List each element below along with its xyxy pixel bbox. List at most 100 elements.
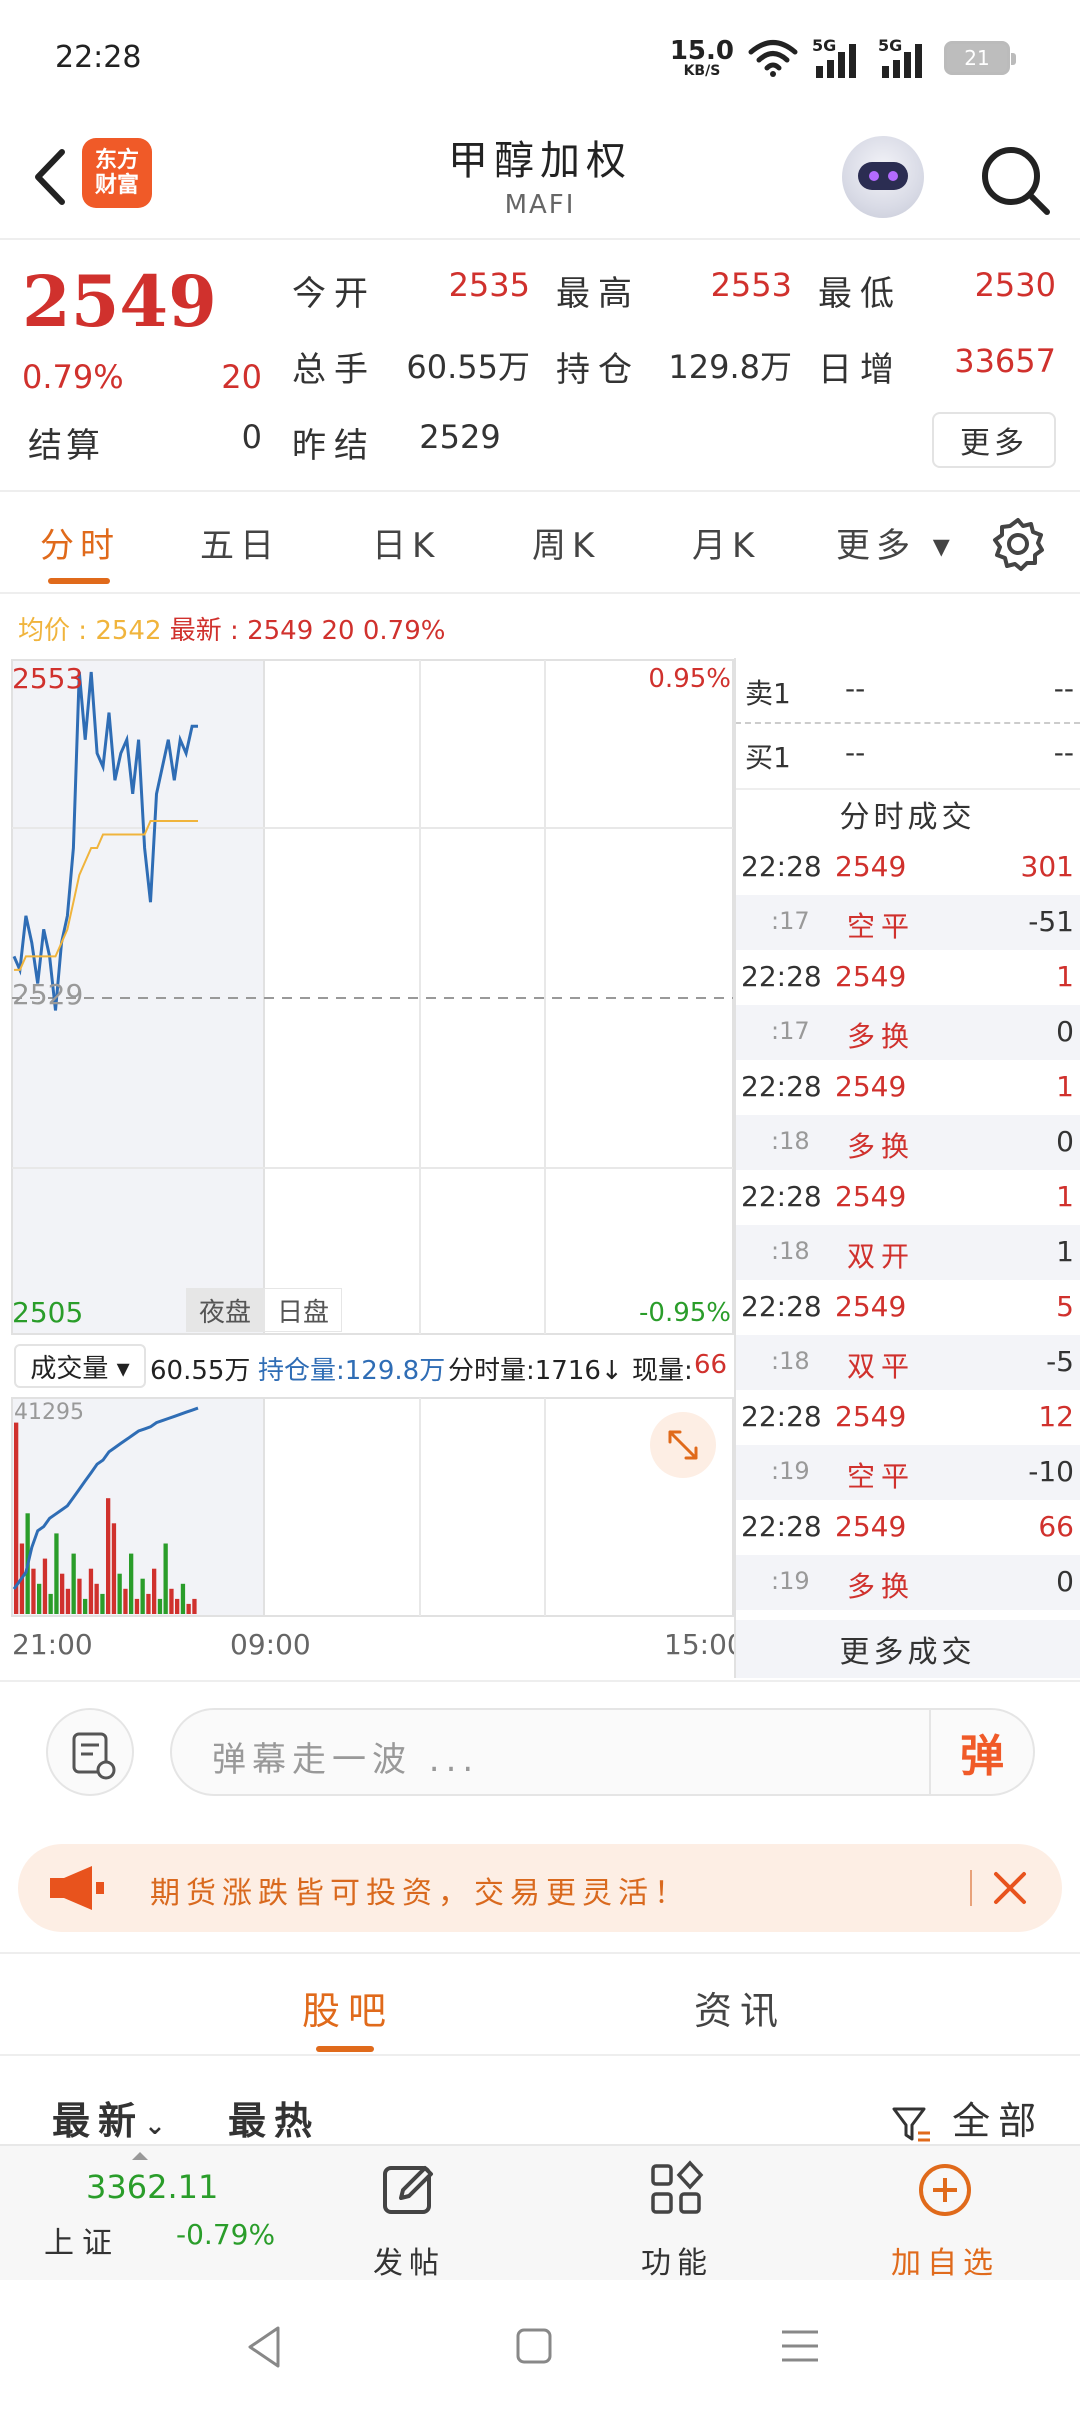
nav-home-icon[interactable] bbox=[514, 2326, 554, 2366]
close-icon[interactable] bbox=[990, 1868, 1030, 1908]
low-value: 2530 bbox=[974, 266, 1056, 304]
trade-row: 22:28 2549 1 bbox=[735, 1170, 1080, 1225]
trade-time: 22:28 bbox=[741, 1510, 822, 1543]
index-value: 3362.11 bbox=[86, 2168, 219, 2206]
add-watchlist-button[interactable]: 加自选 bbox=[870, 2154, 1020, 2282]
trade-detail-row: :18 双开 1 bbox=[735, 1225, 1080, 1280]
index-quote[interactable]: 3362.11 上证 -0.79% bbox=[0, 2146, 280, 2282]
quote-panel: 2549 0.79% 20 结算 0 今开 2535 最高 2553 最低 25… bbox=[0, 242, 1080, 492]
tab-weekly-k[interactable]: 周K bbox=[532, 518, 600, 567]
trade-detail-row: :17 空平 -51 bbox=[735, 895, 1080, 950]
night-session-tag[interactable]: 夜盘 bbox=[186, 1288, 264, 1332]
expand-icon[interactable] bbox=[650, 1412, 716, 1478]
community-tabs: 股吧 资讯 bbox=[0, 1952, 1080, 2056]
trade-price: 2549 bbox=[835, 1180, 907, 1213]
trade-price: 2549 bbox=[835, 850, 907, 883]
trade-time: 22:28 bbox=[741, 1180, 822, 1213]
volume-chart[interactable]: 41295 21:00 09:00 15:00 bbox=[0, 1396, 745, 1678]
nav-menu-icon[interactable] bbox=[780, 2328, 820, 2364]
filter-icon bbox=[892, 2107, 930, 2141]
comment-list-icon[interactable] bbox=[46, 1708, 134, 1796]
signal-1-label: 5G bbox=[812, 36, 837, 55]
search-icon[interactable] bbox=[975, 140, 1055, 220]
trade-volume: 12 bbox=[1038, 1400, 1074, 1433]
post-label: 发帖 bbox=[373, 2246, 445, 2281]
trade-detail-row: :19 空平 -10 bbox=[735, 1445, 1080, 1500]
trade-type: 多换 bbox=[847, 1570, 916, 1603]
trade-type: 双开 bbox=[847, 1240, 916, 1273]
app-header: 东方 财富 甲醇加权 MAFI bbox=[0, 120, 1080, 240]
contract-code: MAFI bbox=[504, 190, 576, 220]
more-trades-button[interactable]: 更多成交 bbox=[735, 1620, 1080, 1678]
tab-monthly-k[interactable]: 月K bbox=[692, 518, 760, 567]
daily-increase-label: 日增 bbox=[818, 350, 902, 390]
danmu-toggle-button[interactable]: 弹 bbox=[929, 1710, 1033, 1794]
price-info-line: 均价 : 2542 最新 : 2549 20 0.79% bbox=[18, 616, 446, 646]
back-arrow-icon[interactable] bbox=[20, 142, 80, 212]
open-interest-total: 持仓量:129.8万 bbox=[258, 1356, 446, 1386]
active-tab-indicator bbox=[48, 578, 110, 584]
promo-banner[interactable]: 期货涨跌皆可投资，交易更灵活！ bbox=[18, 1844, 1062, 1932]
post-button[interactable]: 发帖 bbox=[334, 2154, 484, 2282]
intraday-chart[interactable]: 2553 2529 2505 0.95% -0.95% 夜盘 日盘 bbox=[0, 658, 735, 1438]
volume-bar bbox=[106, 1498, 111, 1614]
trade-second: :19 bbox=[771, 1457, 810, 1485]
orderbook-divider bbox=[735, 722, 1080, 724]
daily-increase-value: 33657 bbox=[954, 342, 1056, 380]
wifi-icon bbox=[748, 40, 798, 77]
signal-2-label: 5G bbox=[878, 36, 903, 55]
nav-back-icon[interactable] bbox=[244, 2324, 284, 2370]
volume-bar bbox=[157, 1598, 163, 1614]
trade-volume: 1 bbox=[1056, 1070, 1074, 1103]
page-title: 甲醇加权 bbox=[448, 138, 632, 184]
net-speed: 15.0 KB/S bbox=[670, 38, 734, 78]
trade-time: 22:28 bbox=[741, 1400, 822, 1433]
change-percent: 0.79% bbox=[22, 358, 124, 396]
danmu-input[interactable]: 弹幕走一波 ... 弹 bbox=[170, 1708, 1035, 1796]
trade-detail-row: :18 多换 0 bbox=[735, 1115, 1080, 1170]
trade-price: 2549 bbox=[835, 1510, 907, 1543]
trade-second: :18 bbox=[771, 1347, 810, 1375]
volume-chart-svg bbox=[11, 1397, 734, 1617]
day-session-tag[interactable]: 日盘 bbox=[264, 1288, 342, 1332]
volume-bar bbox=[111, 1523, 117, 1614]
trade-second: :18 bbox=[771, 1237, 810, 1265]
sort-hot[interactable]: 最热 bbox=[228, 2090, 320, 2145]
functions-button[interactable]: 功能 bbox=[602, 2154, 752, 2282]
more-quote-button[interactable]: 更多 bbox=[932, 412, 1056, 468]
index-name: 上证 bbox=[44, 2226, 120, 2261]
volume-bar bbox=[42, 1558, 48, 1614]
chevron-down-icon: ⌄ bbox=[144, 2111, 174, 2141]
volume-bar bbox=[192, 1598, 197, 1614]
trade-price: 2549 bbox=[835, 1070, 907, 1103]
volume-bar bbox=[117, 1573, 122, 1614]
trade-time: 22:28 bbox=[741, 960, 822, 993]
trade-oi-change: -5 bbox=[1046, 1345, 1074, 1378]
ai-assistant-robot-icon[interactable] bbox=[842, 136, 924, 218]
tab-more[interactable]: 更多 ▾ bbox=[836, 518, 956, 567]
tab-five-day[interactable]: 五日 bbox=[200, 518, 280, 567]
change-amount: 20 bbox=[221, 358, 262, 396]
tab-intraday[interactable]: 分时 bbox=[40, 518, 120, 567]
trade-row: 22:28 2549 5 bbox=[735, 1280, 1080, 1335]
app-logo[interactable]: 东方 财富 bbox=[82, 138, 152, 208]
filter-all[interactable]: 全部 bbox=[890, 2090, 1044, 2145]
tab-daily-k[interactable]: 日K bbox=[372, 518, 440, 567]
trade-volume: 301 bbox=[1020, 850, 1074, 883]
settle-value: 0 bbox=[241, 418, 262, 456]
volume-bar bbox=[65, 1588, 71, 1614]
volume-bar bbox=[134, 1598, 140, 1614]
battery-icon: 21 bbox=[944, 41, 1016, 75]
volume-bar bbox=[48, 1593, 53, 1614]
volume-total: 60.55万 bbox=[150, 1356, 251, 1386]
gear-icon[interactable] bbox=[990, 516, 1046, 572]
section-divider bbox=[0, 1680, 1080, 1682]
sort-latest[interactable]: 最新⌄ bbox=[52, 2090, 174, 2145]
tab-guba[interactable]: 股吧 bbox=[302, 1980, 394, 2035]
trade-detail-row: :19 多换 0 bbox=[735, 1555, 1080, 1610]
volume-bar bbox=[71, 1553, 76, 1614]
high-value: 2553 bbox=[710, 266, 792, 304]
tab-news[interactable]: 资讯 bbox=[694, 1980, 786, 2035]
edit-icon bbox=[383, 2166, 433, 2214]
indicator-selector[interactable]: 成交量 ▾ bbox=[14, 1344, 146, 1388]
